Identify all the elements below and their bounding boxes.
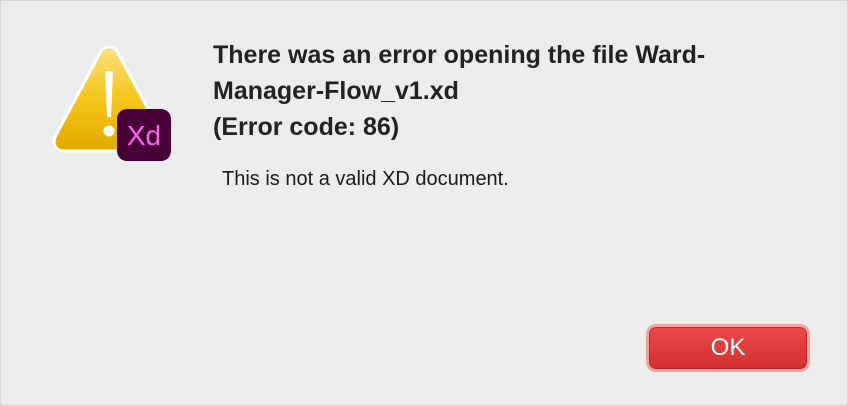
alert-icon: Xd	[49, 41, 175, 163]
warning-triangle-icon: Xd	[52, 45, 171, 161]
xd-app-icon: Xd	[117, 109, 171, 161]
title-line-3: (Error code: 86)	[213, 113, 400, 141]
ok-button[interactable]: OK	[646, 324, 810, 372]
title-line-2: Manager-Flow_v1.xd	[213, 77, 459, 105]
dialog-message: This is not a valid XD document.	[222, 168, 509, 190]
title-line-1: There was an error opening the file Ward…	[213, 41, 706, 69]
error-dialog: Xd There was an error opening the file W…	[0, 0, 848, 406]
dialog-title: There was an error opening the file Ward…	[213, 37, 823, 145]
xd-badge-text: Xd	[127, 120, 161, 151]
